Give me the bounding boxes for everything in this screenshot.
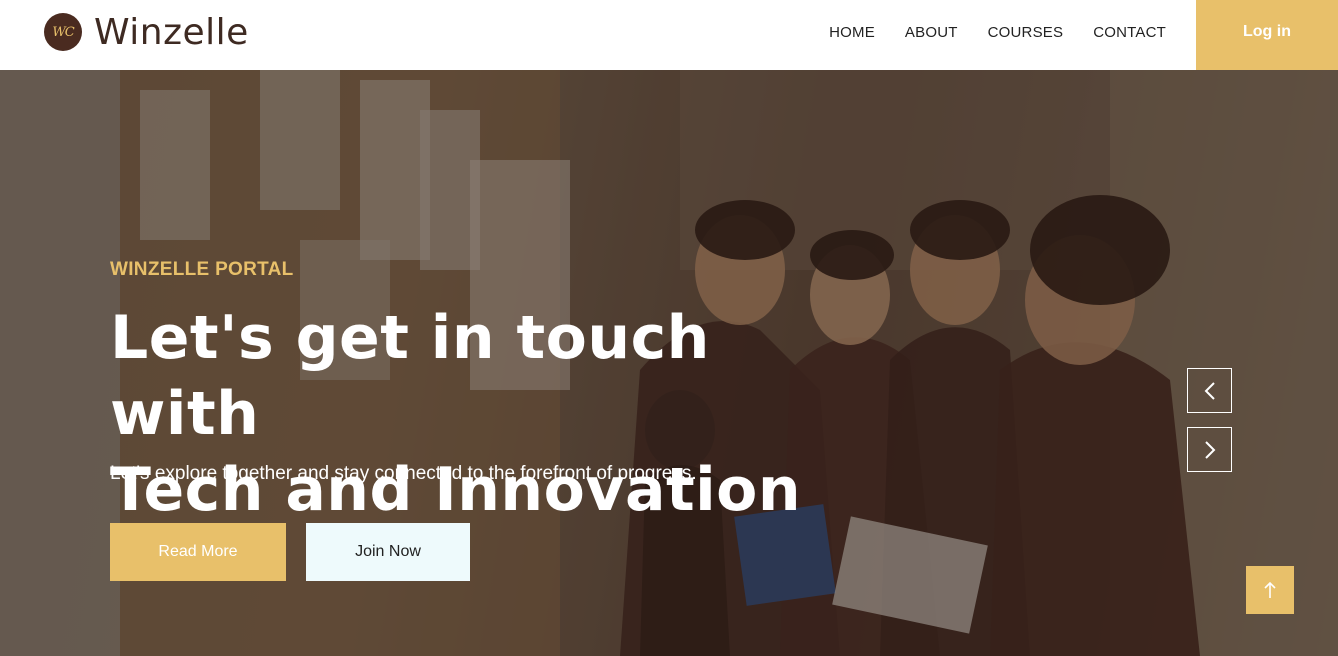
chevron-right-icon [1204,440,1215,459]
hero-kicker: WINZELLE PORTAL [110,259,294,280]
brand-name: Winzelle [94,11,249,53]
hero-subtitle: Let's explore together and stay connecte… [110,463,697,484]
nav-item-contact[interactable]: CONTACT [1093,24,1166,41]
nav-item-about[interactable]: ABOUT [905,24,958,41]
hero-headline-line1: Let's get in touch with [110,303,710,449]
hero-section: WINZELLE PORTAL Let's get in touch with … [0,70,1338,656]
nav-item-courses[interactable]: COURSES [988,24,1064,41]
main-nav: HOME ABOUT COURSES CONTACT [799,0,1166,64]
join-now-button[interactable]: Join Now [306,523,470,581]
brand-logo-text: WC [52,24,74,40]
hero-headline: Let's get in touch with Tech and Innovat… [110,300,870,528]
read-more-button[interactable]: Read More [110,523,286,581]
carousel-prev-button[interactable] [1187,368,1232,413]
nav-item-home[interactable]: HOME [829,24,875,41]
navbar: WC Winzelle HOME ABOUT COURSES CONTACT L… [0,0,1338,70]
brand[interactable]: WC Winzelle [44,10,249,54]
login-button[interactable]: Log in [1196,0,1338,70]
arrow-up-icon [1264,581,1276,598]
brand-logo-icon: WC [44,13,82,51]
chevron-left-icon [1204,381,1215,400]
scroll-to-top-button[interactable] [1246,566,1294,614]
carousel-next-button[interactable] [1187,427,1232,472]
